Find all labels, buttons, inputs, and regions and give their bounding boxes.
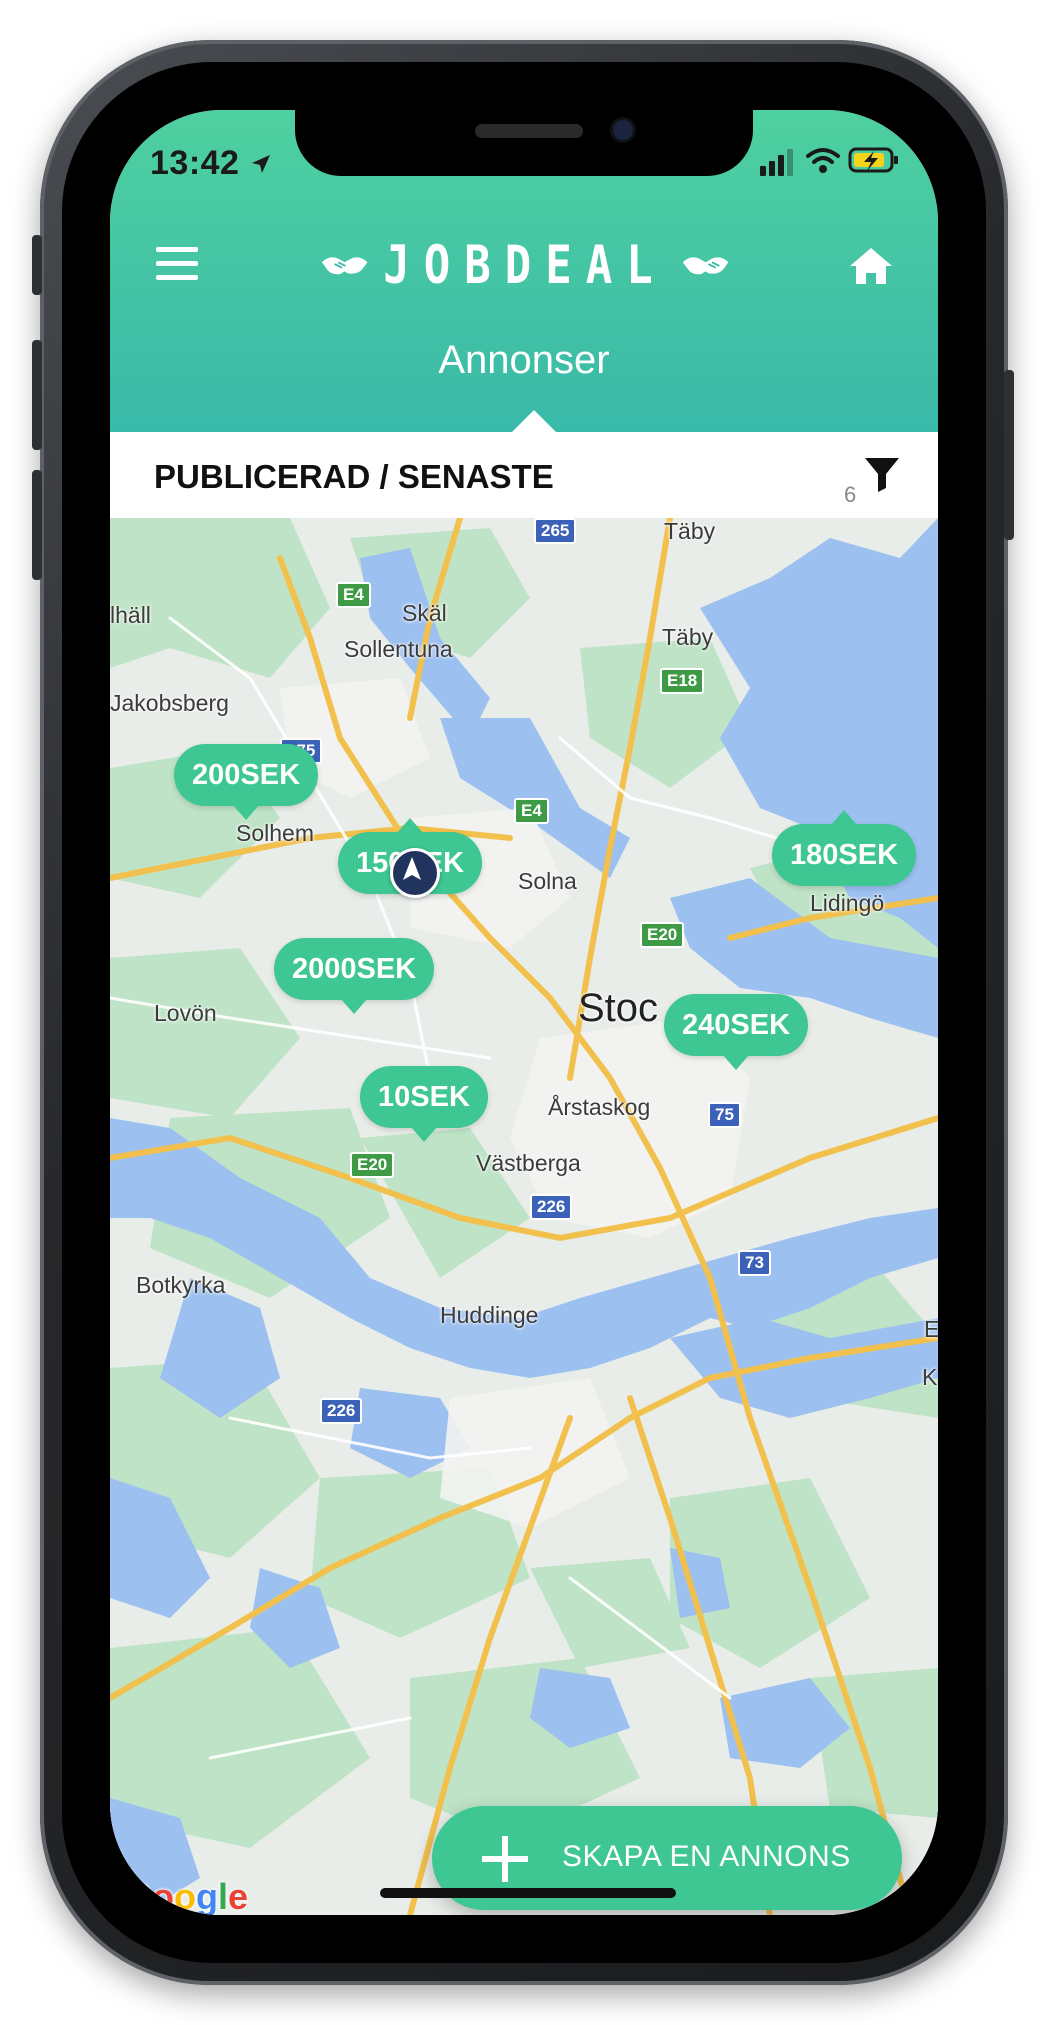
place-label: Jakobsberg [110,690,229,716]
map-background [110,518,938,1915]
job-marker-200sek[interactable]: 200SEK [174,744,319,820]
road-shield: E20 [350,1152,395,1178]
road-shield: E4 [514,798,549,824]
wifi-icon [806,148,840,173]
device-notch [295,110,753,176]
tab-indicator [512,410,556,432]
place-label: Årstaskog [548,1094,651,1120]
signal-icon [760,146,800,176]
home-icon[interactable] [848,246,894,286]
handshake-icon [682,257,729,275]
app-screen: Täby lhäll Skäl Sollentuna Täby Jakobsbe… [110,110,938,1915]
place-label: K [922,1364,938,1390]
road-shield: 226 [530,1194,573,1220]
power-button [1004,370,1014,540]
app-header: 13:42 JOBDEAL Annonser [110,110,938,432]
google-logo: Google [124,1876,249,1915]
place-label: E [924,1316,938,1342]
road-shield: E20 [640,922,685,948]
filter-bar[interactable]: PUBLICERAD / SENASTE 6 [110,432,938,518]
location-services-icon [252,155,271,173]
location-arrow-icon [403,857,421,880]
road-shield: E4 [336,582,371,608]
volume-down-button [32,470,42,580]
mute-switch [32,235,42,295]
road-shield: E18 [660,668,705,694]
place-label-stockholm: Stoc [578,986,659,1030]
create-ad-label: SKAPA EN ANNONS [562,1840,851,1873]
place-label: Solna [518,868,577,894]
menu-icon[interactable] [156,247,198,281]
place-label: Lidingö [810,890,885,916]
sort-label[interactable]: PUBLICERAD / SENASTE [154,458,554,496]
status-time: 13:42 [150,144,273,183]
map-view[interactable]: Täby lhäll Skäl Sollentuna Täby Jakobsbe… [110,518,938,1915]
app-logo: JOBDEAL [320,234,730,296]
place-label: lhäll [110,602,151,628]
place-label: Täby [664,518,716,544]
job-marker-2000sek[interactable]: 2000SEK [274,938,435,1014]
place-label: Sollentuna [344,636,453,662]
battery-charging-icon [848,147,898,173]
filter-icon[interactable] [862,454,902,494]
road-shield: 265 [534,518,577,544]
home-indicator [380,1888,676,1898]
plus-icon [482,1836,528,1882]
road-shield: 73 [738,1250,771,1276]
handshake-icon [321,257,368,275]
place-label: Huddinge [440,1302,539,1328]
brand-name: JOBDEAL [383,234,667,296]
volume-up-button [32,340,42,450]
road-shield: 75 [708,1102,741,1128]
place-label: Solhem [236,820,314,846]
current-location-marker [390,848,440,898]
place-label: Lovön [154,1000,217,1026]
road-shield: 226 [320,1398,363,1424]
place-label: Skäl [402,600,447,626]
section-title: Annonser [438,338,610,382]
place-label: Västberga [476,1150,581,1176]
job-marker-10sek[interactable]: 10SEK [360,1066,488,1142]
job-marker-240sek[interactable]: 240SEK [664,994,809,1070]
job-marker-180sek[interactable]: 180SEK [772,810,917,886]
filter-count-badge: 6 [844,482,857,507]
place-label: Botkyrka [136,1272,226,1298]
place-label: Täby [662,624,714,650]
